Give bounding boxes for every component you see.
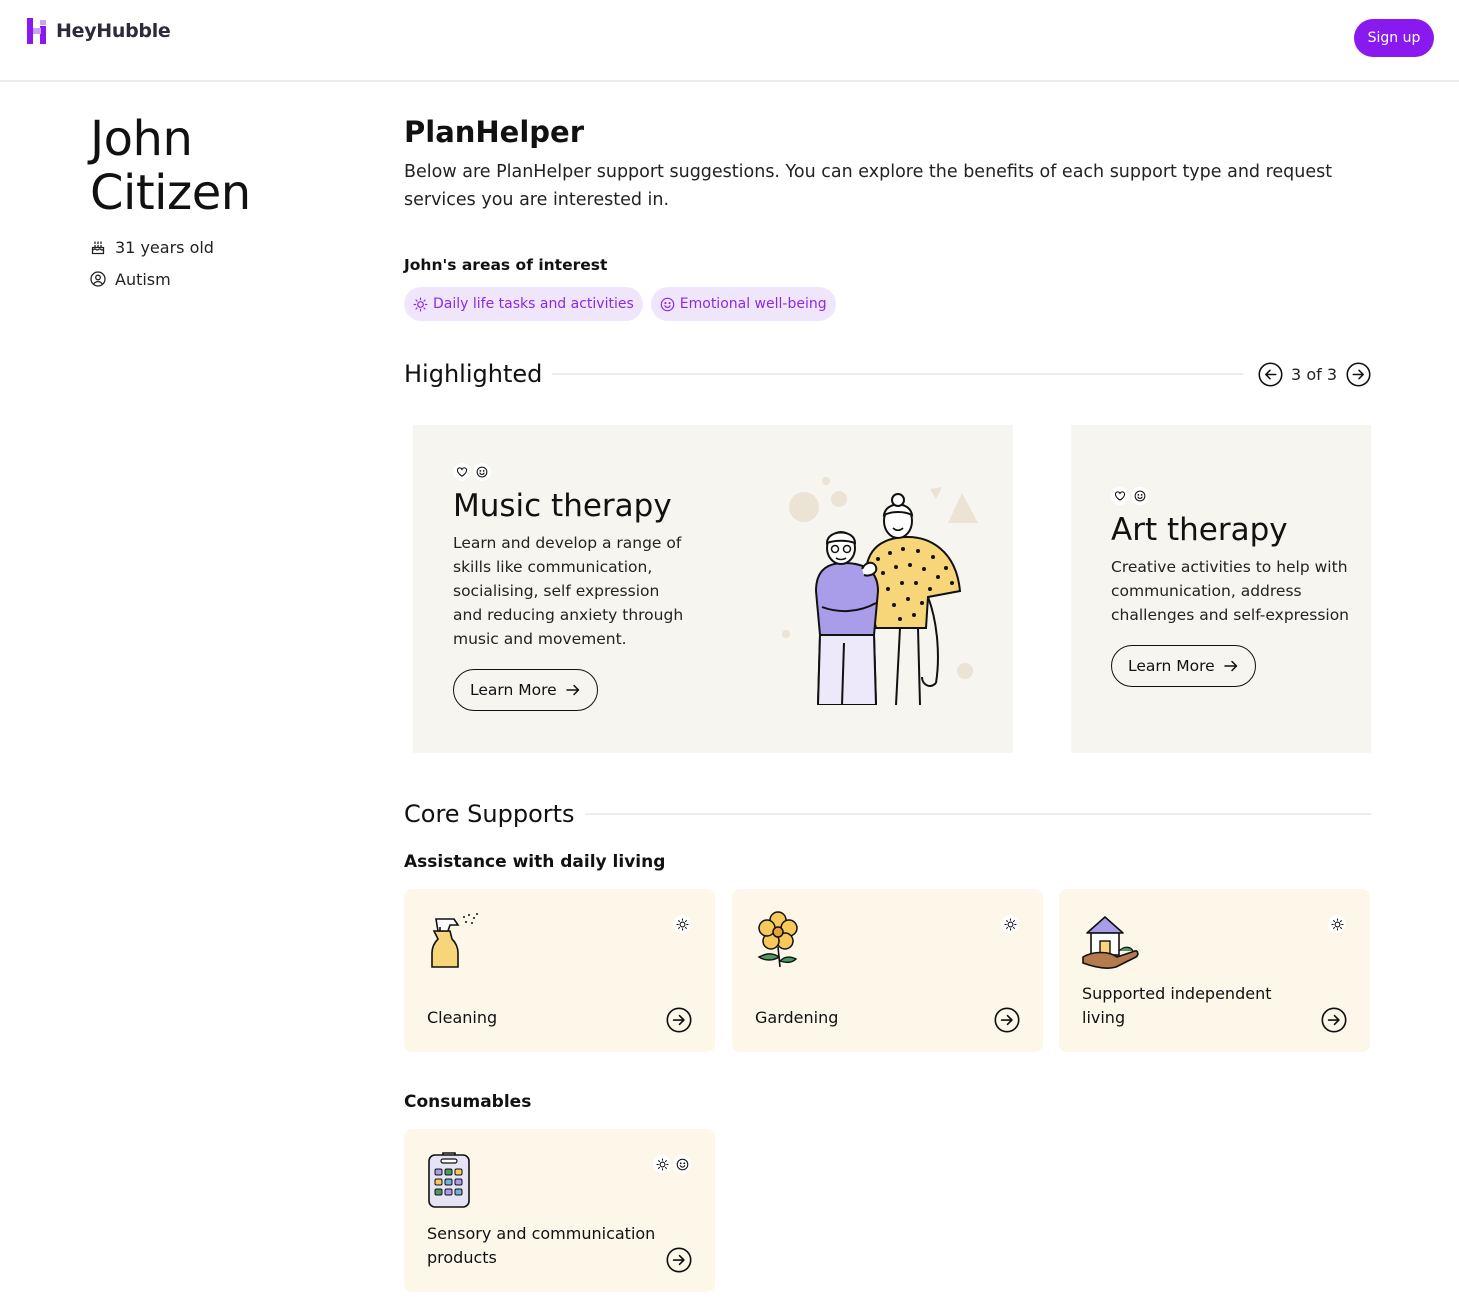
communication-device-icon: [428, 1152, 470, 1208]
profile-age: 31 years old: [90, 236, 370, 258]
open-support-button[interactable]: [666, 1247, 692, 1273]
interest-chip-daily-life[interactable]: Daily life tasks and activities: [404, 287, 643, 321]
top-navbar: HeyHubble Sign up: [0, 0, 1459, 82]
profile-last-name: Citizen: [90, 165, 251, 221]
interest-chip-emotional[interactable]: Emotional well-being: [650, 287, 836, 321]
smiley-icon: [1131, 487, 1149, 505]
profile-panel: John Citizen 31 years old Autism: [90, 112, 370, 290]
highlight-card-art-therapy: Art therapy Creative activities to help …: [1071, 425, 1371, 753]
arrow-right-icon: [1223, 660, 1237, 672]
open-support-button[interactable]: [1321, 1007, 1347, 1033]
sun-icon: [673, 915, 691, 933]
areas-of-interest-title: John's areas of interest: [404, 256, 608, 274]
sun-icon: [1328, 915, 1346, 933]
profile-first-name: John: [90, 111, 193, 167]
sun-icon: [1001, 915, 1019, 933]
support-card-label: Gardening: [755, 1008, 839, 1027]
sun-icon: [653, 1155, 671, 1173]
arrow-left-circle-icon: [1258, 361, 1283, 387]
section-divider: [584, 813, 1371, 815]
group-title-consumables: Consumables: [404, 1092, 532, 1112]
section-divider: [552, 373, 1244, 375]
core-supports-header: Core Supports: [404, 800, 1371, 828]
card-tag-icons: [1001, 915, 1019, 933]
sun-icon: [413, 297, 428, 311]
heart-icon: [453, 463, 471, 481]
card-tag-icons: [653, 1155, 691, 1173]
learn-more-button[interactable]: Learn More: [1111, 645, 1256, 687]
house-in-hand-icon: [1082, 916, 1139, 969]
arrow-right-circle-icon: [666, 1247, 692, 1273]
support-card-label: Supported independent living: [1082, 984, 1272, 1027]
support-card-gardening[interactable]: Gardening: [732, 889, 1043, 1052]
support-card-label: Cleaning: [427, 1008, 498, 1027]
carousel-next-button[interactable]: [1345, 361, 1371, 387]
support-card-supported-independent-living[interactable]: Supported independent living: [1059, 889, 1370, 1052]
highlight-card-music-therapy: Music therapy Learn and develop a range …: [413, 425, 1013, 753]
profile-name: John Citizen: [90, 112, 370, 220]
carousel-prev-button[interactable]: [1257, 361, 1283, 387]
arrow-right-circle-icon: [1321, 1007, 1347, 1033]
arrow-right-icon: [565, 684, 579, 696]
profile-condition-text: Autism: [115, 269, 171, 289]
arrow-right-circle-icon: [1345, 361, 1371, 387]
learn-more-label: Learn More: [470, 681, 557, 699]
card-description: Learn and develop a range of skills like…: [453, 534, 684, 648]
interest-chip-label: Daily life tasks and activities: [433, 296, 634, 312]
card-tag-icons: [453, 463, 693, 481]
arrow-right-circle-icon: [666, 1007, 692, 1033]
open-support-button[interactable]: [994, 1007, 1020, 1033]
card-description: Creative activities to help with communi…: [1111, 558, 1350, 624]
profile-condition: Autism: [90, 268, 370, 290]
signup-button[interactable]: Sign up: [1354, 19, 1434, 57]
learn-more-label: Learn More: [1128, 657, 1215, 675]
support-card-cleaning[interactable]: Cleaning: [404, 889, 715, 1052]
card-tag-icons: [1328, 915, 1346, 933]
carousel-position: 3 of 3: [1291, 364, 1337, 384]
two-people-illustration: [782, 477, 978, 705]
interest-chip-label: Emotional well-being: [679, 296, 827, 312]
open-support-button[interactable]: [666, 1007, 692, 1033]
smiley-icon: [473, 463, 491, 481]
card-title: Art therapy: [1111, 512, 1288, 548]
cake-icon: [91, 241, 105, 255]
arrow-right-circle-icon: [994, 1007, 1020, 1033]
spray-bottle-icon: [431, 913, 478, 968]
smiley-icon: [673, 1155, 691, 1173]
card-tag-icons: [673, 915, 691, 933]
page-intro: Below are PlanHelper support suggestions…: [404, 162, 1333, 210]
core-supports-title: Core Supports: [404, 800, 575, 828]
highlighted-header: Highlighted 3 of 3: [404, 360, 1371, 388]
brand-name: HeyHubble: [56, 20, 171, 42]
user-circle-icon: [90, 271, 106, 287]
highlighted-title: Highlighted: [404, 360, 543, 388]
heart-icon: [1111, 487, 1129, 505]
learn-more-button[interactable]: Learn More: [453, 669, 598, 711]
areas-of-interest-chips: Daily life tasks and activities Emotiona…: [404, 287, 836, 321]
page-title: PlanHelper: [404, 115, 585, 149]
hubble-h-logo-icon: [27, 18, 46, 44]
planhelper-main: PlanHelper Below are PlanHelper support …: [404, 112, 1371, 1292]
card-tag-icons: [1111, 487, 1351, 505]
flower-icon: [757, 911, 798, 968]
carousel-pager: 3 of 3: [1257, 361, 1371, 387]
support-card-label: Sensory and communication products: [427, 1224, 656, 1267]
profile-age-text: 31 years old: [115, 237, 214, 257]
card-title: Music therapy: [453, 488, 672, 524]
support-card-sensory-communication[interactable]: Sensory and communication products: [404, 1129, 715, 1292]
group-title-daily-living: Assistance with daily living: [404, 852, 666, 872]
smiley-icon: [660, 297, 675, 311]
brand-logo[interactable]: HeyHubble: [27, 18, 171, 44]
